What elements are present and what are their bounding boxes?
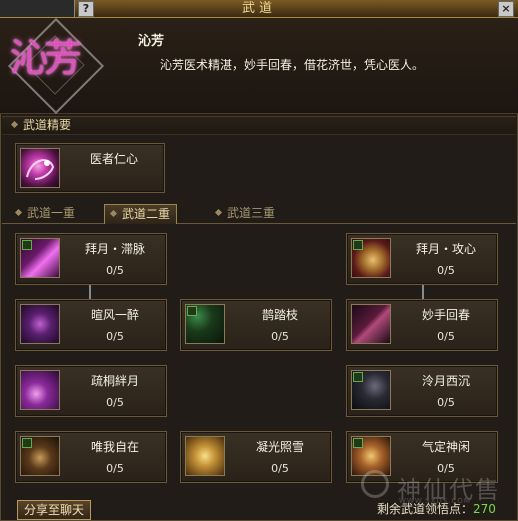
green-crescent-icon[interactable] <box>185 304 225 344</box>
section-essence-text: 武道精要 <box>23 118 72 132</box>
share-to-chat-button[interactable]: 分享至聊天 <box>17 500 91 520</box>
tier-tabs: 武道一重 武道二重 武道三重 <box>2 203 516 224</box>
skill-name: 妙手回春 <box>421 308 470 322</box>
skill-type-badge-icon <box>187 306 197 316</box>
violet-burst-icon[interactable] <box>20 370 60 410</box>
purple-mist-icon[interactable] <box>20 304 60 344</box>
pink-dragon-icon[interactable] <box>20 148 60 188</box>
section-essence-label: 武道精要 <box>10 117 72 134</box>
diamond-bullet-icon <box>109 209 118 218</box>
skill-card-baiyue-gongxin[interactable]: 拜月・攻心 0/5 <box>346 233 498 285</box>
close-button[interactable]: × <box>498 1 514 17</box>
skill-progress: 0/5 <box>106 462 124 475</box>
diamond-bullet-icon <box>14 208 23 217</box>
tab-tier-1[interactable]: 武道一重 <box>10 205 81 222</box>
tree-connector <box>89 283 91 299</box>
remaining-points-value: 270 <box>473 502 496 516</box>
skill-progress: 0/5 <box>437 330 455 343</box>
skill-progress: 0/5 <box>106 396 124 409</box>
sect-header: 沁芳 沁芳 沁芳医术精湛，妙手回春，借花济世，凭心医人。 <box>0 17 518 115</box>
sect-name: 沁芳 <box>138 34 165 49</box>
skill-card-quetazhi[interactable]: 鹊踏枝 0/5 <box>180 299 332 351</box>
sect-description: 沁芳医术精湛，妙手回春，借花济世，凭心医人。 <box>160 58 425 72</box>
diamond-bullet-icon <box>214 208 223 217</box>
essence-skill-card[interactable]: 医者仁心 <box>15 143 165 193</box>
skill-type-badge-icon <box>22 438 32 448</box>
skill-type-badge-icon <box>353 372 363 382</box>
skill-type-badge-icon <box>353 240 363 250</box>
skill-name: 气定神闲 <box>421 440 470 454</box>
skill-type-badge-icon <box>22 240 32 250</box>
pink-dragon-icon-art <box>26 159 55 180</box>
shadow-arc-icon[interactable] <box>351 370 391 410</box>
watermark-face-icon <box>361 470 389 498</box>
remaining-points-label: 剩余武道领悟点： <box>377 502 474 516</box>
warrior-figure-icon[interactable] <box>20 436 60 476</box>
skill-name: 拜月・攻心 <box>415 242 476 256</box>
remaining-points: 剩余武道领悟点：270 <box>377 500 496 518</box>
tab-tier-2[interactable]: 武道二重 <box>104 204 178 224</box>
skill-card-xuanfeng-yizui[interactable]: 暄风一醉 0/5 <box>15 299 167 351</box>
skill-name: 疏桐絆月 <box>90 374 139 388</box>
dark-blades-icon[interactable] <box>351 304 391 344</box>
emblem-calligraphy: 沁芳 <box>10 36 82 80</box>
skill-name: 鹊踏枝 <box>261 308 298 322</box>
golden-glow-icon[interactable] <box>185 436 225 476</box>
skill-name: 凝光照雪 <box>255 440 304 454</box>
tab-tier-2-label: 武道二重 <box>122 207 171 221</box>
golden-shell-icon[interactable] <box>351 238 391 278</box>
skill-type-badge-icon <box>353 438 363 448</box>
skill-card-lingyue-xichen[interactable]: 泠月西沉 0/5 <box>346 365 498 417</box>
skill-card-ningguang-zhaoxue[interactable]: 凝光照雪 0/5 <box>180 431 332 483</box>
diamond-bullet-icon <box>10 120 19 129</box>
martial-way-window: ? 武道 × 沁芳 沁芳 沁芳医术精湛，妙手回春，借花济世，凭心医人。 武道精要… <box>0 0 518 521</box>
tab-tier-3-label: 武道三重 <box>227 206 276 220</box>
section-essence-header: 武道精要 <box>2 116 516 135</box>
window-title: 武道 <box>241 1 276 16</box>
watermark: 神仙代售 WWW.SXDS.COM <box>357 468 512 505</box>
tab-tier-3[interactable]: 武道三重 <box>210 205 281 222</box>
skill-card-miaoshou-huichun[interactable]: 妙手回春 0/5 <box>346 299 498 351</box>
tab-tier-1-label: 武道一重 <box>27 206 76 220</box>
skill-progress: 0/5 <box>437 396 455 409</box>
skill-card-weiwo-zizai[interactable]: 唯我自在 0/5 <box>15 431 167 483</box>
skill-name: 唯我自在 <box>90 440 139 454</box>
sect-emblem: 沁芳 <box>6 17 118 115</box>
essence-skill-name: 医者仁心 <box>89 152 138 166</box>
skill-progress: 0/5 <box>106 330 124 343</box>
title-bar: ? 武道 × <box>0 0 518 18</box>
skill-name: 拜月・滞脉 <box>84 242 145 256</box>
skill-progress: 0/5 <box>271 462 289 475</box>
skill-name: 泠月西沉 <box>421 374 470 388</box>
skill-card-baiyue-zhimai[interactable]: 拜月・滞脉 0/5 <box>15 233 167 285</box>
skill-card-shutong-banyue[interactable]: 疏桐絆月 0/5 <box>15 365 167 417</box>
skill-progress: 0/5 <box>437 264 455 277</box>
skill-progress: 0/5 <box>271 330 289 343</box>
tree-connector <box>422 283 424 299</box>
pink-slash-icon[interactable] <box>20 238 60 278</box>
skill-name: 暄风一醉 <box>90 308 139 322</box>
skill-progress: 0/5 <box>106 264 124 277</box>
